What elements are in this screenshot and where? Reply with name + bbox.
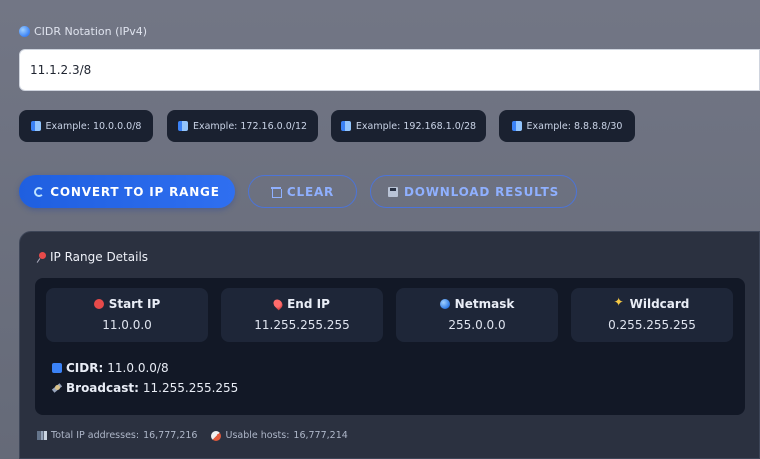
example-chip-label: Example: 192.168.1.0/28 (355, 120, 477, 132)
results-stats: Total IP addresses: 16,777,216 Usable ho… (37, 430, 348, 441)
download-results-button[interactable]: DOWNLOAD RESULTS (370, 175, 577, 208)
netmask-label: Netmask (396, 297, 558, 311)
book-icon (177, 121, 188, 131)
example-chip-label: Example: 8.8.8.8/30 (526, 120, 623, 132)
sparkles-icon (614, 295, 625, 309)
results-inner-box: Start IP 11.0.0.0 End IP 11.255.255.255 … (35, 278, 745, 415)
location-pin-icon (271, 297, 285, 311)
satellite-icon (52, 383, 62, 393)
netmask-label-text: Netmask (454, 297, 515, 311)
trash-icon (270, 186, 282, 198)
book-icon (511, 121, 522, 131)
start-ip-card: Start IP 11.0.0.0 (46, 288, 208, 342)
bar-chart-icon (37, 431, 47, 440)
start-ip-label-text: Start IP (108, 297, 161, 311)
download-button-label: DOWNLOAD RESULTS (403, 184, 560, 199)
end-ip-label-text: End IP (287, 297, 330, 311)
cidr-input[interactable] (19, 49, 760, 91)
wildcard-value: 0.255.255.255 (608, 318, 696, 332)
book-icon (30, 121, 41, 131)
clear-button[interactable]: CLEAR (248, 175, 357, 208)
wildcard-label: Wildcard (571, 295, 733, 311)
convert-button[interactable]: CONVERT TO IP RANGE (19, 175, 235, 208)
pushpin-icon (37, 252, 47, 262)
end-ip-card: End IP 11.255.255.255 (221, 288, 383, 342)
usable-hosts-stat: Usable hosts: 16,777,214 (211, 430, 348, 441)
usable-hosts-value: 16,777,214 (293, 430, 348, 441)
end-ip-label: End IP (221, 297, 383, 311)
broadcast-detail: Broadcast: 11.255.255.255 (52, 381, 238, 395)
refresh-icon (34, 186, 45, 197)
wildcard-card: Wildcard 0.255.255.255 (571, 288, 733, 342)
cidr-field-label: CIDR Notation (IPv4) (19, 25, 147, 38)
start-ip-label: Start IP (46, 297, 208, 311)
pushpin-icon (93, 299, 104, 309)
end-ip-value: 11.255.255.255 (254, 318, 350, 332)
netmask-card: Netmask 255.0.0.0 (396, 288, 558, 342)
cidr-detail: CIDR: 11.0.0.0/8 (52, 361, 169, 375)
total-ips-label: Total IP addresses: (51, 430, 140, 441)
example-chip-8[interactable]: Example: 8.8.8.8/30 (499, 110, 635, 142)
convert-button-label: CONVERT TO IP RANGE (50, 184, 220, 199)
results-title: IP Range Details (37, 250, 148, 264)
broadcast-detail-label: Broadcast: (66, 381, 139, 395)
wildcard-label-text: Wildcard (629, 297, 690, 311)
total-ips-stat: Total IP addresses: 16,777,216 (37, 430, 197, 441)
cidr-detail-value: 11.0.0.0/8 (107, 361, 169, 375)
example-chip-172[interactable]: Example: 172.16.0.0/12 (167, 110, 318, 142)
clear-button-label: CLEAR (286, 184, 335, 199)
example-chip-label: Example: 172.16.0.0/12 (192, 120, 308, 132)
example-chip-label: Example: 10.0.0.0/8 (45, 120, 142, 132)
start-ip-value: 11.0.0.0 (102, 318, 152, 332)
book-icon (340, 121, 351, 131)
numbers-icon (52, 363, 62, 373)
total-ips-value: 16,777,216 (143, 430, 198, 441)
pill-icon (211, 430, 222, 441)
netmask-value: 255.0.0.0 (448, 318, 506, 332)
results-panel: IP Range Details Start IP 11.0.0.0 End I… (19, 231, 760, 459)
cidr-label-text: CIDR Notation (IPv4) (34, 25, 148, 38)
example-chip-10[interactable]: Example: 10.0.0.0/8 (19, 110, 153, 142)
broadcast-detail-value: 11.255.255.255 (142, 381, 239, 395)
globe-icon (19, 26, 30, 37)
example-chip-192[interactable]: Example: 192.168.1.0/28 (331, 110, 486, 142)
usable-hosts-label: Usable hosts: (225, 430, 290, 441)
results-title-text: IP Range Details (50, 250, 149, 264)
cidr-detail-label: CIDR: (66, 361, 104, 375)
globe-icon (439, 299, 450, 309)
floppy-disk-icon (387, 186, 398, 197)
